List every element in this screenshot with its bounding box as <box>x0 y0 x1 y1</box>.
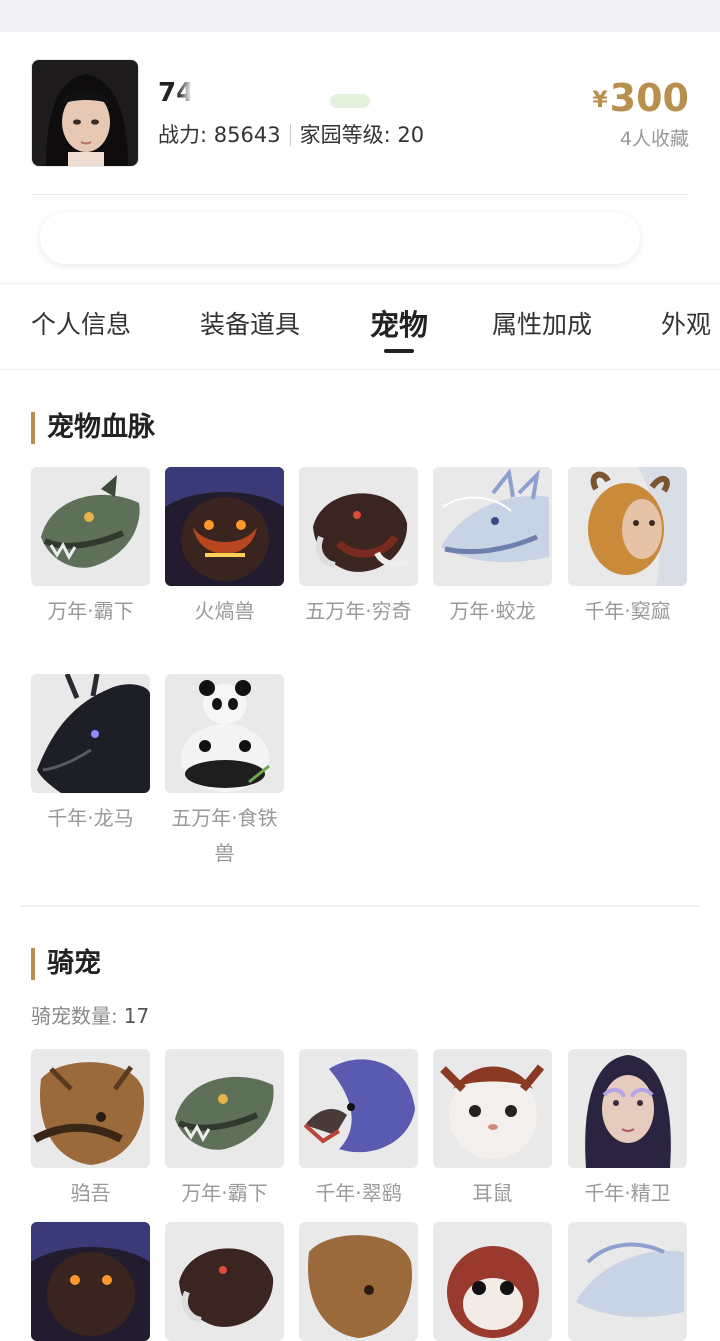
red-panda-icon <box>433 1222 552 1341</box>
price-amount: 300 <box>609 76 689 120</box>
blue-bird-icon <box>299 1049 418 1168</box>
mount-item[interactable]: 万年·霸下 <box>165 1049 284 1211</box>
tusked-beast-icon <box>299 467 418 586</box>
pet-label: 千年·龙马 <box>47 806 134 830</box>
card-divider <box>31 194 689 195</box>
pet-item[interactable]: 五万年·穷奇 <box>299 467 418 629</box>
horned-maiden-icon <box>568 467 687 586</box>
home-level-value: 20 <box>397 123 425 147</box>
mount-label: 千年·精卫 <box>584 1181 671 1205</box>
black-dragon-horse-icon <box>31 674 150 793</box>
name-redaction-tail <box>330 94 370 108</box>
mount-item[interactable] <box>165 1222 284 1341</box>
white-rodent-icon <box>433 1049 552 1168</box>
mount-item[interactable] <box>433 1222 552 1341</box>
currency-symbol: ¥ <box>592 88 608 113</box>
mount-item[interactable] <box>299 1222 418 1341</box>
price: ¥300 <box>592 76 689 120</box>
section-divider <box>20 905 700 907</box>
pet-label: 万年·霸下 <box>47 599 134 623</box>
pet-item[interactable]: 火熇兽 <box>165 467 284 629</box>
description-redaction <box>40 212 640 264</box>
mount-item[interactable] <box>568 1222 687 1341</box>
favorites-count[interactable]: 4人收藏 <box>620 124 689 151</box>
tab-bar: 个人信息 装备道具 宠物 属性加成 外观 <box>0 285 720 370</box>
pet-label: 万年·蛟龙 <box>449 599 536 623</box>
pet-item[interactable]: 万年·霸下 <box>31 467 150 629</box>
white-dragon-icon <box>433 467 552 586</box>
bloodline-title: 宠物血脉 <box>31 412 155 444</box>
seller-card: 74 战力: 85643 家园等级: 20 ¥300 4人收藏 <box>0 32 720 282</box>
feather-maiden-icon <box>568 1049 687 1168</box>
pet-item[interactable]: 万年·蛟龙 <box>433 467 552 629</box>
tab-equipment[interactable]: 装备道具 <box>200 305 300 341</box>
name-redaction <box>190 68 402 116</box>
pet-label: 五万年·食铁兽 <box>171 806 278 865</box>
mount-label: 耳鼠 <box>472 1181 513 1205</box>
pet-item[interactable]: 千年·龙马 <box>31 674 150 836</box>
pet-item[interactable]: 千年·窫窳 <box>568 467 687 629</box>
maned-beast-icon <box>299 1222 418 1341</box>
mount-item[interactable]: 耳鼠 <box>433 1049 552 1211</box>
tab-personal-info[interactable]: 个人信息 <box>31 305 131 341</box>
mount-label: 驺吾 <box>70 1181 111 1205</box>
fire-beast-icon <box>165 467 284 586</box>
seller-name: 74 <box>158 78 195 108</box>
power-label: 战力: <box>158 123 208 147</box>
green-dragon-head-icon <box>165 1049 284 1168</box>
pet-label: 火熇兽 <box>194 599 255 623</box>
pet-item[interactable]: 五万年·食铁兽 <box>165 674 284 871</box>
pet-label: 千年·窫窳 <box>584 599 671 623</box>
mount-item[interactable] <box>31 1222 150 1341</box>
mount-count-label: 骑宠数量: <box>31 1004 118 1028</box>
mount-item[interactable]: 千年·翠鹞 <box>299 1049 418 1211</box>
mount-item[interactable]: 千年·精卫 <box>568 1049 687 1211</box>
tusked-beast-icon <box>165 1222 284 1341</box>
panda-icon <box>165 674 284 793</box>
tab-appearance[interactable]: 外观 <box>661 305 711 341</box>
power-value: 85643 <box>213 123 281 147</box>
active-tab-indicator <box>384 349 414 353</box>
mounts-title: 骑宠 <box>31 948 101 980</box>
white-dragon-icon <box>568 1222 687 1341</box>
mount-label: 万年·霸下 <box>181 1181 268 1205</box>
tab-pets[interactable]: 宠物 <box>370 302 428 344</box>
fire-beast-icon <box>31 1222 150 1341</box>
avatar[interactable] <box>31 59 139 167</box>
home-level-label: 家园等级: <box>299 123 391 147</box>
mount-count-value: 17 <box>123 1004 150 1028</box>
maned-beast-icon <box>31 1049 150 1168</box>
pet-label: 五万年·穷奇 <box>305 599 412 623</box>
mount-count: 骑宠数量: 17 <box>31 1000 149 1029</box>
mount-item[interactable]: 驺吾 <box>31 1049 150 1211</box>
green-dragon-head-icon <box>31 467 150 586</box>
seller-stats: 战力: 85643 家园等级: 20 <box>158 119 424 149</box>
tab-attributes[interactable]: 属性加成 <box>492 305 592 341</box>
status-strip <box>0 0 720 32</box>
mount-label: 千年·翠鹞 <box>315 1181 402 1205</box>
